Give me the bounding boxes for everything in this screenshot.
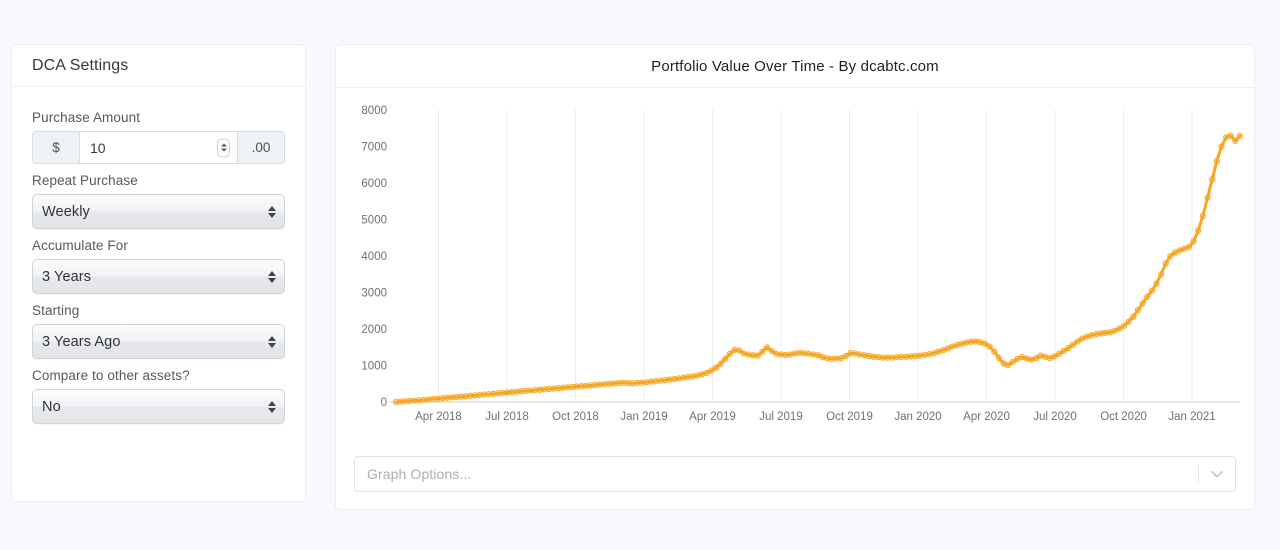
starting-label: Starting (32, 303, 80, 318)
caret-up-icon (268, 400, 276, 406)
purchase-amount-label: Purchase Amount (32, 110, 141, 125)
caret-up-icon (268, 205, 276, 211)
select-updown-icon[interactable] (268, 270, 276, 283)
chart-title: Portfolio Value Over Time - By dcabtc.co… (651, 57, 939, 75)
chevron-down-icon[interactable] (1199, 465, 1235, 483)
app-root: DCA Settings Purchase Amount $ .00 (0, 0, 1280, 550)
field-purchase-amount: Purchase Amount $ .00 (32, 110, 285, 164)
compare-assets-label: Compare to other assets? (32, 368, 190, 383)
portfolio-value-chart: 0 1000 2000 3000 4000 5000 6000 7000 8000 Apr 201… (361, 105, 1244, 423)
svg-text:Jul 2020: Jul 2020 (1033, 411, 1076, 423)
svg-text:Oct 2018: Oct 2018 (552, 411, 599, 423)
repeat-purchase-value: Weekly (42, 203, 90, 220)
chart-header: Portfolio Value Over Time - By dcabtc.co… (336, 45, 1254, 88)
chart-panel: Portfolio Value Over Time - By dcabtc.co… (335, 44, 1255, 510)
caret-down-icon (268, 212, 276, 218)
field-repeat-purchase: Repeat Purchase Weekly (32, 173, 285, 229)
purchase-amount-input-group: $ .00 (32, 131, 285, 164)
repeat-purchase-select[interactable]: Weekly (32, 194, 285, 229)
chart-footer: Graph Options... (336, 447, 1254, 509)
svg-text:Jul 2018: Jul 2018 (485, 411, 528, 423)
svg-text:Jan 2021: Jan 2021 (1168, 411, 1215, 423)
svg-text:Oct 2020: Oct 2020 (1100, 411, 1147, 423)
svg-text:Jul 2019: Jul 2019 (759, 411, 802, 423)
select-updown-icon[interactable] (268, 400, 276, 413)
repeat-purchase-label: Repeat Purchase (32, 173, 138, 188)
svg-text:Jan 2020: Jan 2020 (894, 411, 941, 423)
select-updown-icon[interactable] (268, 205, 276, 218)
svg-text:3000: 3000 (361, 288, 387, 300)
accumulate-for-value: 3 Years (42, 268, 92, 285)
cents-suffix-addon: .00 (237, 132, 284, 163)
compare-assets-value: No (42, 398, 61, 415)
svg-text:6000: 6000 (361, 178, 387, 190)
svg-text:Apr 2020: Apr 2020 (963, 411, 1010, 423)
svg-text:Apr 2018: Apr 2018 (415, 411, 462, 423)
caret-down-icon (268, 407, 276, 413)
dca-settings-panel: DCA Settings Purchase Amount $ .00 (11, 44, 306, 502)
accumulate-for-label: Accumulate For (32, 238, 128, 253)
compare-assets-select[interactable]: No (32, 389, 285, 424)
graph-options-placeholder: Graph Options... (367, 466, 472, 482)
purchase-amount-input-wrap (80, 132, 237, 163)
quantity-stepper[interactable] (217, 138, 230, 157)
caret-up-icon (268, 270, 276, 276)
chart-body: 0 1000 2000 3000 4000 5000 6000 7000 8000 Apr 201… (336, 88, 1254, 447)
svg-text:7000: 7000 (361, 142, 387, 154)
caret-down-icon (268, 277, 276, 283)
caret-down-icon (268, 342, 276, 348)
svg-text:1000: 1000 (361, 361, 387, 373)
graph-options-select[interactable]: Graph Options... (354, 456, 1236, 492)
currency-symbol-addon: $ (33, 132, 80, 163)
caret-up-icon (268, 335, 276, 341)
dca-settings-header: DCA Settings (12, 45, 305, 87)
starting-value: 3 Years Ago (42, 333, 121, 350)
purchase-amount-input[interactable] (80, 132, 237, 163)
svg-text:2000: 2000 (361, 324, 387, 336)
starting-select[interactable]: 3 Years Ago (32, 324, 285, 359)
field-starting: Starting 3 Years Ago (32, 303, 285, 359)
select-updown-icon[interactable] (268, 335, 276, 348)
stepper-down-icon[interactable] (220, 148, 227, 152)
page-title: DCA Settings (32, 56, 129, 74)
svg-text:4000: 4000 (361, 251, 387, 263)
dca-settings-body: Purchase Amount $ .00 Repeat Purchase (12, 87, 305, 453)
svg-text:8000: 8000 (361, 105, 387, 117)
svg-text:Oct 2019: Oct 2019 (826, 411, 873, 423)
field-accumulate-for: Accumulate For 3 Years (32, 238, 285, 294)
field-compare-assets: Compare to other assets? No (32, 368, 285, 424)
svg-text:Apr 2019: Apr 2019 (689, 411, 736, 423)
svg-text:5000: 5000 (361, 215, 387, 227)
accumulate-for-select[interactable]: 3 Years (32, 259, 285, 294)
svg-text:Jan 2019: Jan 2019 (620, 411, 667, 423)
stepper-up-icon[interactable] (220, 143, 227, 147)
svg-text:0: 0 (381, 397, 387, 409)
